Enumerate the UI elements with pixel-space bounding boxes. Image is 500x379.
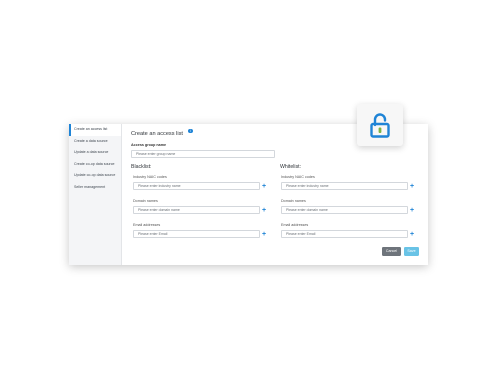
whitelist-naic-add-icon[interactable]: + [410, 183, 414, 190]
save-button[interactable]: Save [404, 247, 419, 256]
blacklist-email-label: Email addresses [133, 223, 161, 227]
sidebar-item-update-data-source[interactable]: Update a data source [69, 147, 121, 159]
sidebar-item-update-co-op-data-source[interactable]: Update co-op data source [69, 170, 121, 182]
blacklist-domain-add-icon[interactable]: + [262, 207, 266, 214]
whitelist-domain-add-icon[interactable]: + [410, 207, 414, 214]
title-row: Create an access list i [131, 127, 193, 137]
cancel-button[interactable]: Cancel [382, 247, 401, 256]
access-group-name-label: Access group name [131, 143, 167, 147]
blacklist-naic-input[interactable]: Please enter industry name [133, 182, 260, 191]
info-icon[interactable]: i [188, 129, 193, 134]
whitelist-domain-label: Domain names [281, 199, 306, 203]
lock-card [357, 104, 403, 146]
blacklist-domain-input[interactable]: Please enter domain name [133, 206, 260, 215]
unlock-icon [370, 113, 390, 138]
blacklist-naic-label: Industry NAIC codes [133, 175, 167, 179]
sidebar-item-create-co-op-data-source[interactable]: Create co-op data source [69, 159, 121, 171]
sidebar-item-create-access-list[interactable]: Create an access list [69, 124, 121, 136]
blacklist-email-input[interactable]: Please enter Email [133, 230, 260, 239]
whitelist-domain-input[interactable]: Please enter domain name [281, 206, 408, 215]
sidebar-item-seller-management[interactable]: Seller management [69, 182, 121, 194]
blacklist-naic-add-icon[interactable]: + [262, 183, 266, 190]
whitelist-email-label: Email addresses [281, 223, 309, 227]
blacklist-title: Blacklist: [131, 164, 152, 170]
whitelist-title: Whitelist: [280, 164, 302, 170]
page-title: Create an access list [131, 131, 183, 137]
whitelist-email-input[interactable]: Please enter Email [281, 230, 408, 239]
blacklist-domain-label: Domain names [133, 199, 158, 203]
sidebar: Create an access list Create a data sour… [69, 124, 122, 265]
blacklist-email-add-icon[interactable]: + [262, 231, 266, 238]
access-group-name-input[interactable]: Please enter group name [131, 150, 275, 159]
whitelist-email-add-icon[interactable]: + [410, 231, 414, 238]
whitelist-naic-input[interactable]: Please enter industry name [281, 182, 408, 191]
whitelist-naic-label: Industry NAIC codes [281, 175, 315, 179]
sidebar-item-create-data-source[interactable]: Create a data source [69, 136, 121, 148]
